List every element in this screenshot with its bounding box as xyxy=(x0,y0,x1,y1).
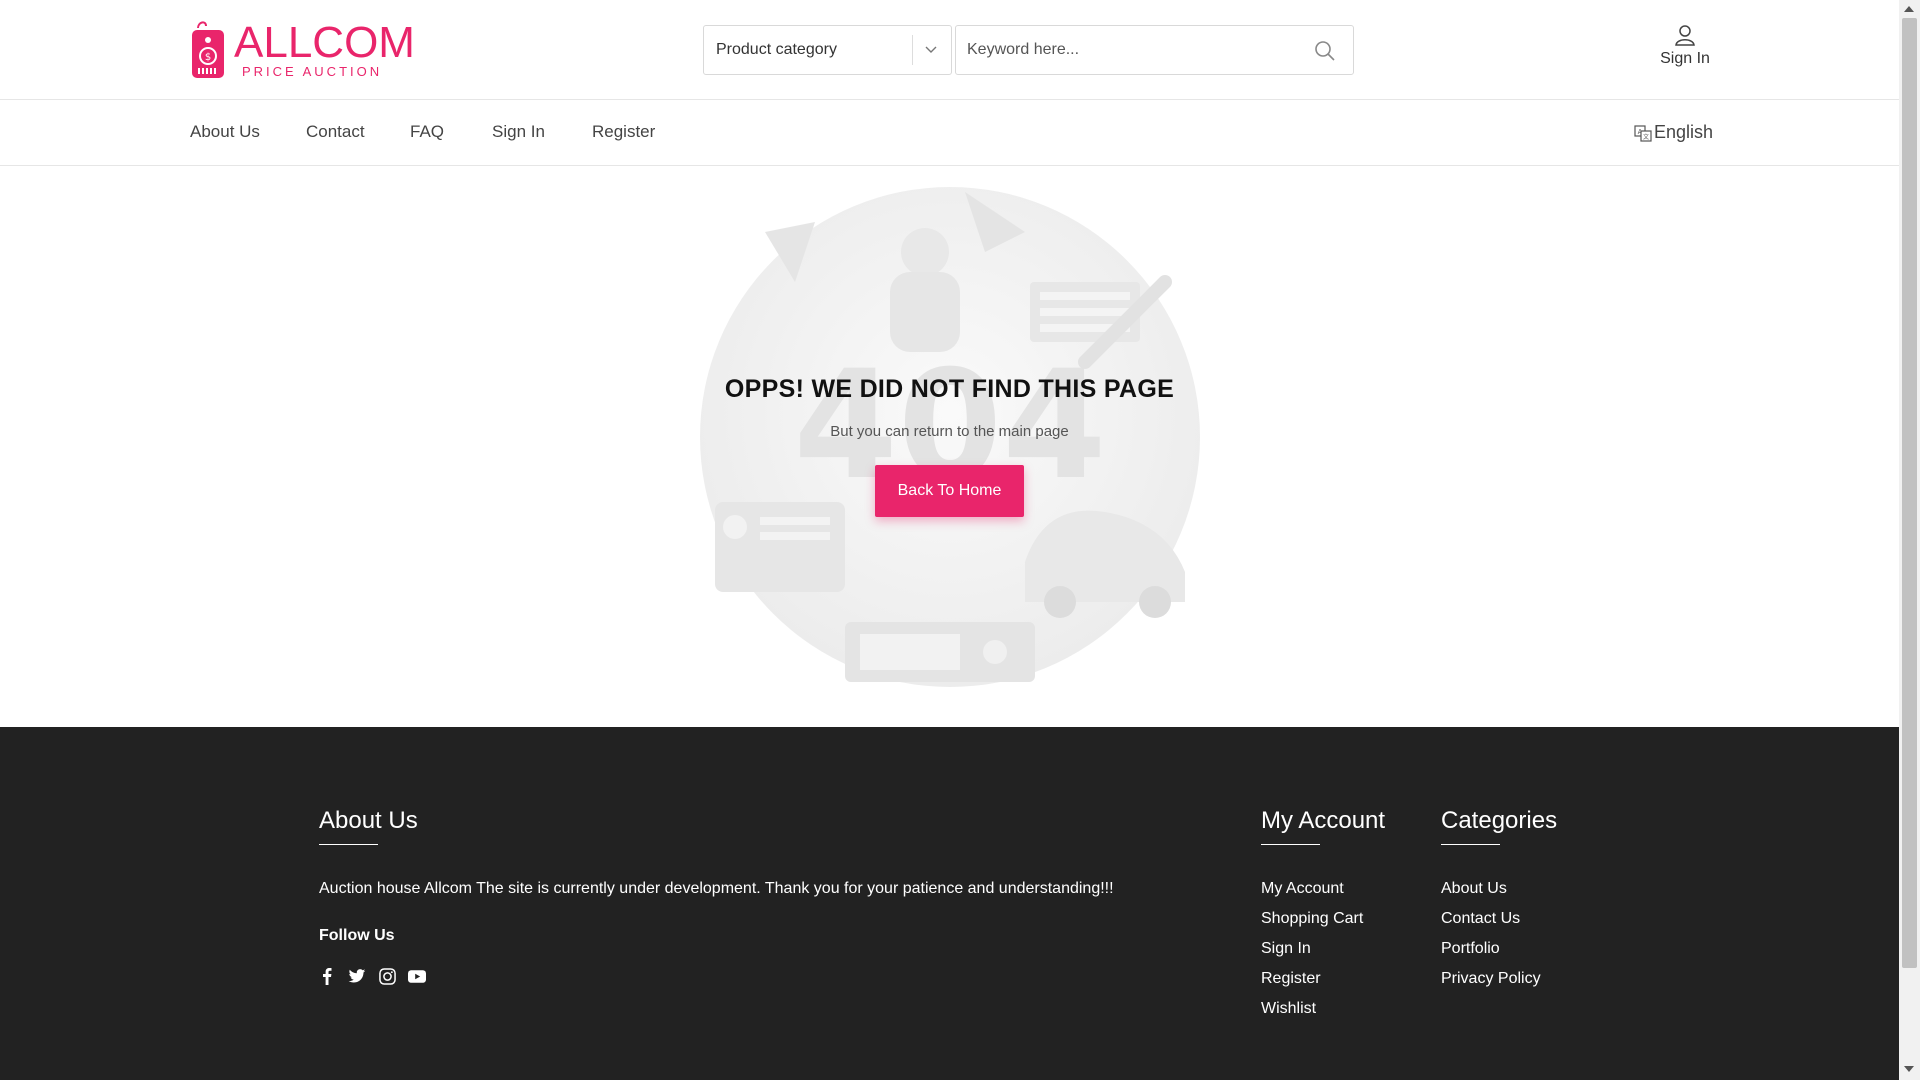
scrollbar-thumb[interactable] xyxy=(1902,18,1917,968)
404-illustration: 404 xyxy=(700,187,1200,687)
footer-link-wishlist[interactable]: Wishlist xyxy=(1261,1000,1363,1017)
social-links xyxy=(318,967,426,985)
footer-link-sign-in[interactable]: Sign In xyxy=(1261,940,1363,957)
footer-link-register[interactable]: Register xyxy=(1261,970,1363,987)
svg-text:$: $ xyxy=(205,52,211,63)
youtube-icon[interactable] xyxy=(408,967,426,985)
nav-item-about-us[interactable]: About Us xyxy=(190,122,260,142)
keyword-search-input[interactable] xyxy=(967,41,1287,59)
footer-categories-underline xyxy=(1441,844,1500,845)
page: $ ALLCOM PRICE AUCTION Product category xyxy=(0,0,1899,1080)
footer-about-heading: About Us xyxy=(319,807,418,834)
logo[interactable]: $ ALLCOM PRICE AUCTION xyxy=(190,20,415,80)
footer-link-my-account[interactable]: My Account xyxy=(1261,880,1363,897)
twitter-icon[interactable] xyxy=(348,967,366,985)
category-select[interactable]: Product category xyxy=(703,25,952,75)
brand-name: ALLCOM xyxy=(234,17,415,67)
nav-item-faq[interactable]: FAQ xyxy=(410,122,444,142)
facebook-icon[interactable] xyxy=(318,967,336,985)
user-icon xyxy=(1675,25,1695,46)
footer-link-about-us[interactable]: About Us xyxy=(1441,880,1541,897)
chevron-down-icon xyxy=(925,46,937,53)
header-signin-label: Sign In xyxy=(1660,50,1710,67)
translate-icon: A文 xyxy=(1634,124,1652,142)
search-icon[interactable] xyxy=(1313,39,1337,63)
footer-account-heading: My Account xyxy=(1261,807,1386,834)
header: $ ALLCOM PRICE AUCTION Product category xyxy=(0,0,1899,100)
header-signin-button[interactable]: Sign In xyxy=(1656,24,1714,68)
footer-categories-heading: Categories xyxy=(1441,807,1558,834)
vertical-scrollbar[interactable] xyxy=(1899,0,1920,1080)
error-section: 404 OPPS! WE DID NOT FIND THIS PAGE But … xyxy=(0,167,1899,727)
scroll-down-arrow-icon[interactable] xyxy=(1904,1066,1914,1072)
select-divider xyxy=(912,35,913,65)
footer-account-list: My Account Shopping Cart Sign In Registe… xyxy=(1261,880,1363,1030)
footer-account-underline xyxy=(1261,844,1320,845)
brand-tagline: PRICE AUCTION xyxy=(242,63,383,79)
nav-item-contact[interactable]: Contact xyxy=(306,122,365,142)
footer-link-contact-us[interactable]: Contact Us xyxy=(1441,910,1541,927)
footer-link-privacy-policy[interactable]: Privacy Policy xyxy=(1441,970,1541,987)
language-switcher[interactable]: A文 English xyxy=(1634,122,1713,143)
price-tag-logo-icon: $ xyxy=(190,20,226,80)
footer-link-portfolio[interactable]: Portfolio xyxy=(1441,940,1541,957)
nav-item-sign-in[interactable]: Sign In xyxy=(492,122,545,142)
language-label: English xyxy=(1654,122,1714,142)
svg-text:文: 文 xyxy=(1643,133,1649,141)
footer-link-shopping-cart[interactable]: Shopping Cart xyxy=(1261,910,1363,927)
footer-about-underline xyxy=(319,844,378,845)
footer-follow-label: Follow Us xyxy=(319,927,395,944)
main-nav: About Us Contact FAQ Sign In Register A文… xyxy=(0,100,1899,166)
category-select-label: Product category xyxy=(716,41,837,58)
search-bar: Product category xyxy=(703,25,1354,75)
footer: About Us Auction house Allcom The site i… xyxy=(0,727,1899,1080)
scroll-up-arrow-icon[interactable] xyxy=(1904,6,1914,12)
back-to-home-button[interactable]: Back To Home xyxy=(875,465,1024,517)
instagram-icon[interactable] xyxy=(378,967,396,985)
nav-item-register[interactable]: Register xyxy=(592,122,655,142)
error-title: OPPS! WE DID NOT FIND THIS PAGE xyxy=(724,375,1175,403)
keyword-field-wrapper xyxy=(955,25,1354,75)
error-subtitle: But you can return to the main page xyxy=(830,423,1069,440)
footer-categories-list: About Us Contact Us Portfolio Privacy Po… xyxy=(1441,880,1541,1000)
footer-about-text: Auction house Allcom The site is current… xyxy=(319,880,1114,897)
